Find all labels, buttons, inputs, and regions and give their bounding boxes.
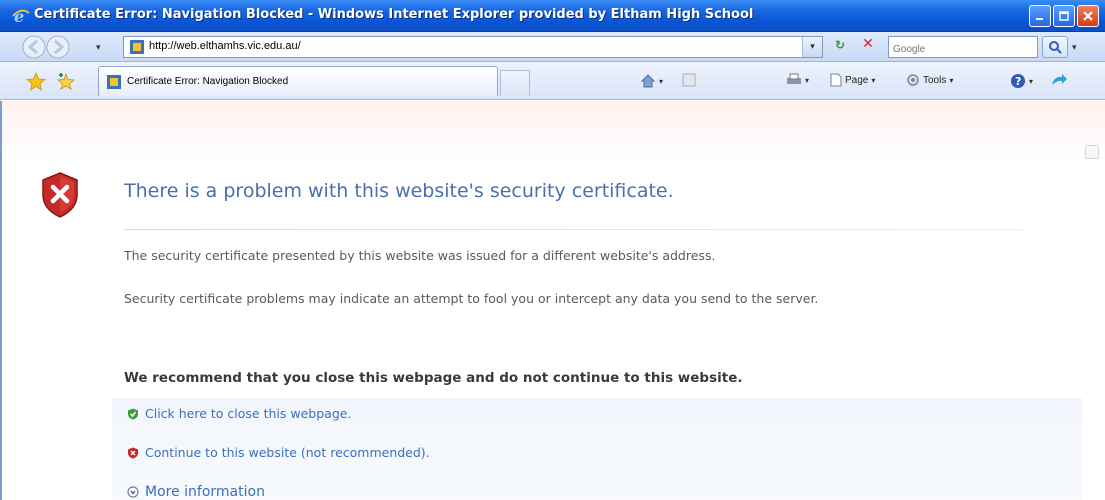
- security-warning-text: Security certificate problems may indica…: [124, 291, 819, 306]
- address-bar: ▾ http://web.elthamhs.vic.edu.au/ ▾ ↻ ✕ …: [0, 32, 1105, 62]
- minimize-icon: [1036, 18, 1043, 20]
- back-arrow-icon[interactable]: [22, 35, 46, 59]
- page-content: There is a problem with this website's s…: [0, 101, 1105, 500]
- maximize-button[interactable]: [1053, 5, 1075, 27]
- search-icon: [1049, 41, 1062, 54]
- research-button[interactable]: [1050, 73, 1068, 89]
- feeds-icon: [682, 73, 696, 87]
- command-bar: Certificate Error: Navigation Blocked ▾ …: [0, 62, 1105, 100]
- printer-icon: [787, 73, 801, 84]
- internet-explorer-icon: e: [12, 7, 30, 25]
- scrollbar-stub[interactable]: [1085, 145, 1099, 159]
- certificate-error-tab-icon: [107, 75, 121, 89]
- refresh-icon[interactable]: ↻: [830, 38, 850, 56]
- page-icon: [830, 73, 842, 87]
- print-dropdown-icon[interactable]: ▾: [805, 76, 809, 85]
- window-title: Certificate Error: Navigation Blocked - …: [34, 7, 754, 22]
- help-icon: ?: [1011, 74, 1025, 88]
- address-dropdown-icon[interactable]: ▾: [802, 37, 822, 57]
- maximize-icon: [1059, 11, 1069, 21]
- page-dropdown-icon: ▾: [871, 75, 876, 85]
- security-error-shield-icon: [42, 172, 78, 218]
- minimize-button[interactable]: [1029, 5, 1051, 27]
- tools-dropdown-icon: ▾: [949, 75, 954, 85]
- home-button[interactable]: ▾: [640, 73, 663, 89]
- green-shield-check-icon: [128, 408, 138, 419]
- title-bar: e Certificate Error: Navigation Blocked …: [0, 0, 1105, 32]
- favorites-star-icon[interactable]: [26, 72, 46, 92]
- print-button[interactable]: ▾: [786, 73, 809, 87]
- search-input[interactable]: [889, 39, 1029, 60]
- continue-website-option[interactable]: Continue to this website (not recommende…: [127, 445, 430, 460]
- tools-menu-label: Tools: [923, 74, 947, 86]
- stop-icon[interactable]: ✕: [858, 36, 878, 56]
- svg-text:e: e: [14, 7, 24, 25]
- tab-certificate-error[interactable]: Certificate Error: Navigation Blocked: [98, 66, 498, 96]
- tab-label: Certificate Error: Navigation Blocked: [127, 76, 289, 87]
- recent-pages-dropdown-icon[interactable]: ▾: [96, 43, 101, 53]
- close-webpage-link[interactable]: Click here to close this webpage.: [145, 406, 351, 421]
- home-icon: [640, 74, 656, 88]
- page-title: There is a problem with this website's s…: [124, 180, 674, 202]
- red-shield-x-icon: [128, 447, 138, 458]
- new-tab-button[interactable]: [500, 70, 530, 96]
- more-information-link[interactable]: More information: [145, 484, 265, 500]
- page-menu[interactable]: Page ▾: [830, 73, 875, 87]
- forward-arrow-icon[interactable]: [46, 35, 70, 59]
- close-button[interactable]: [1077, 5, 1099, 27]
- page-menu-label: Page: [845, 74, 869, 86]
- gear-icon: [907, 74, 919, 86]
- close-icon: [1083, 11, 1093, 21]
- continue-website-link[interactable]: Continue to this website (not recommende…: [145, 445, 430, 460]
- search-options-dropdown-icon[interactable]: ▾: [1072, 43, 1077, 53]
- divider: [124, 229, 1022, 230]
- search-button[interactable]: [1042, 36, 1068, 58]
- help-menu[interactable]: ? ▾: [1010, 73, 1033, 89]
- close-webpage-option[interactable]: Click here to close this webpage.: [127, 406, 351, 421]
- url-field[interactable]: http://web.elthamhs.vic.edu.au/ ▾: [123, 36, 823, 58]
- feeds-button[interactable]: [682, 73, 696, 87]
- expand-circle-icon: [127, 486, 139, 498]
- search-field[interactable]: [888, 36, 1038, 60]
- home-dropdown-icon[interactable]: ▾: [659, 77, 663, 86]
- recommendation-text: We recommend that you close this webpage…: [124, 370, 743, 386]
- add-favorites-icon[interactable]: [56, 72, 76, 92]
- more-information-option[interactable]: More information: [127, 484, 265, 500]
- tools-menu[interactable]: Tools ▾: [906, 73, 953, 87]
- help-dropdown-icon: ▾: [1029, 76, 1034, 86]
- research-icon: [1052, 74, 1067, 85]
- url-text[interactable]: http://web.elthamhs.vic.edu.au/: [149, 40, 301, 52]
- svg-text:?: ?: [1015, 75, 1021, 88]
- certificate-mismatch-text: The security certificate presented by th…: [124, 248, 716, 263]
- certificate-error-favicon-icon: [130, 40, 144, 54]
